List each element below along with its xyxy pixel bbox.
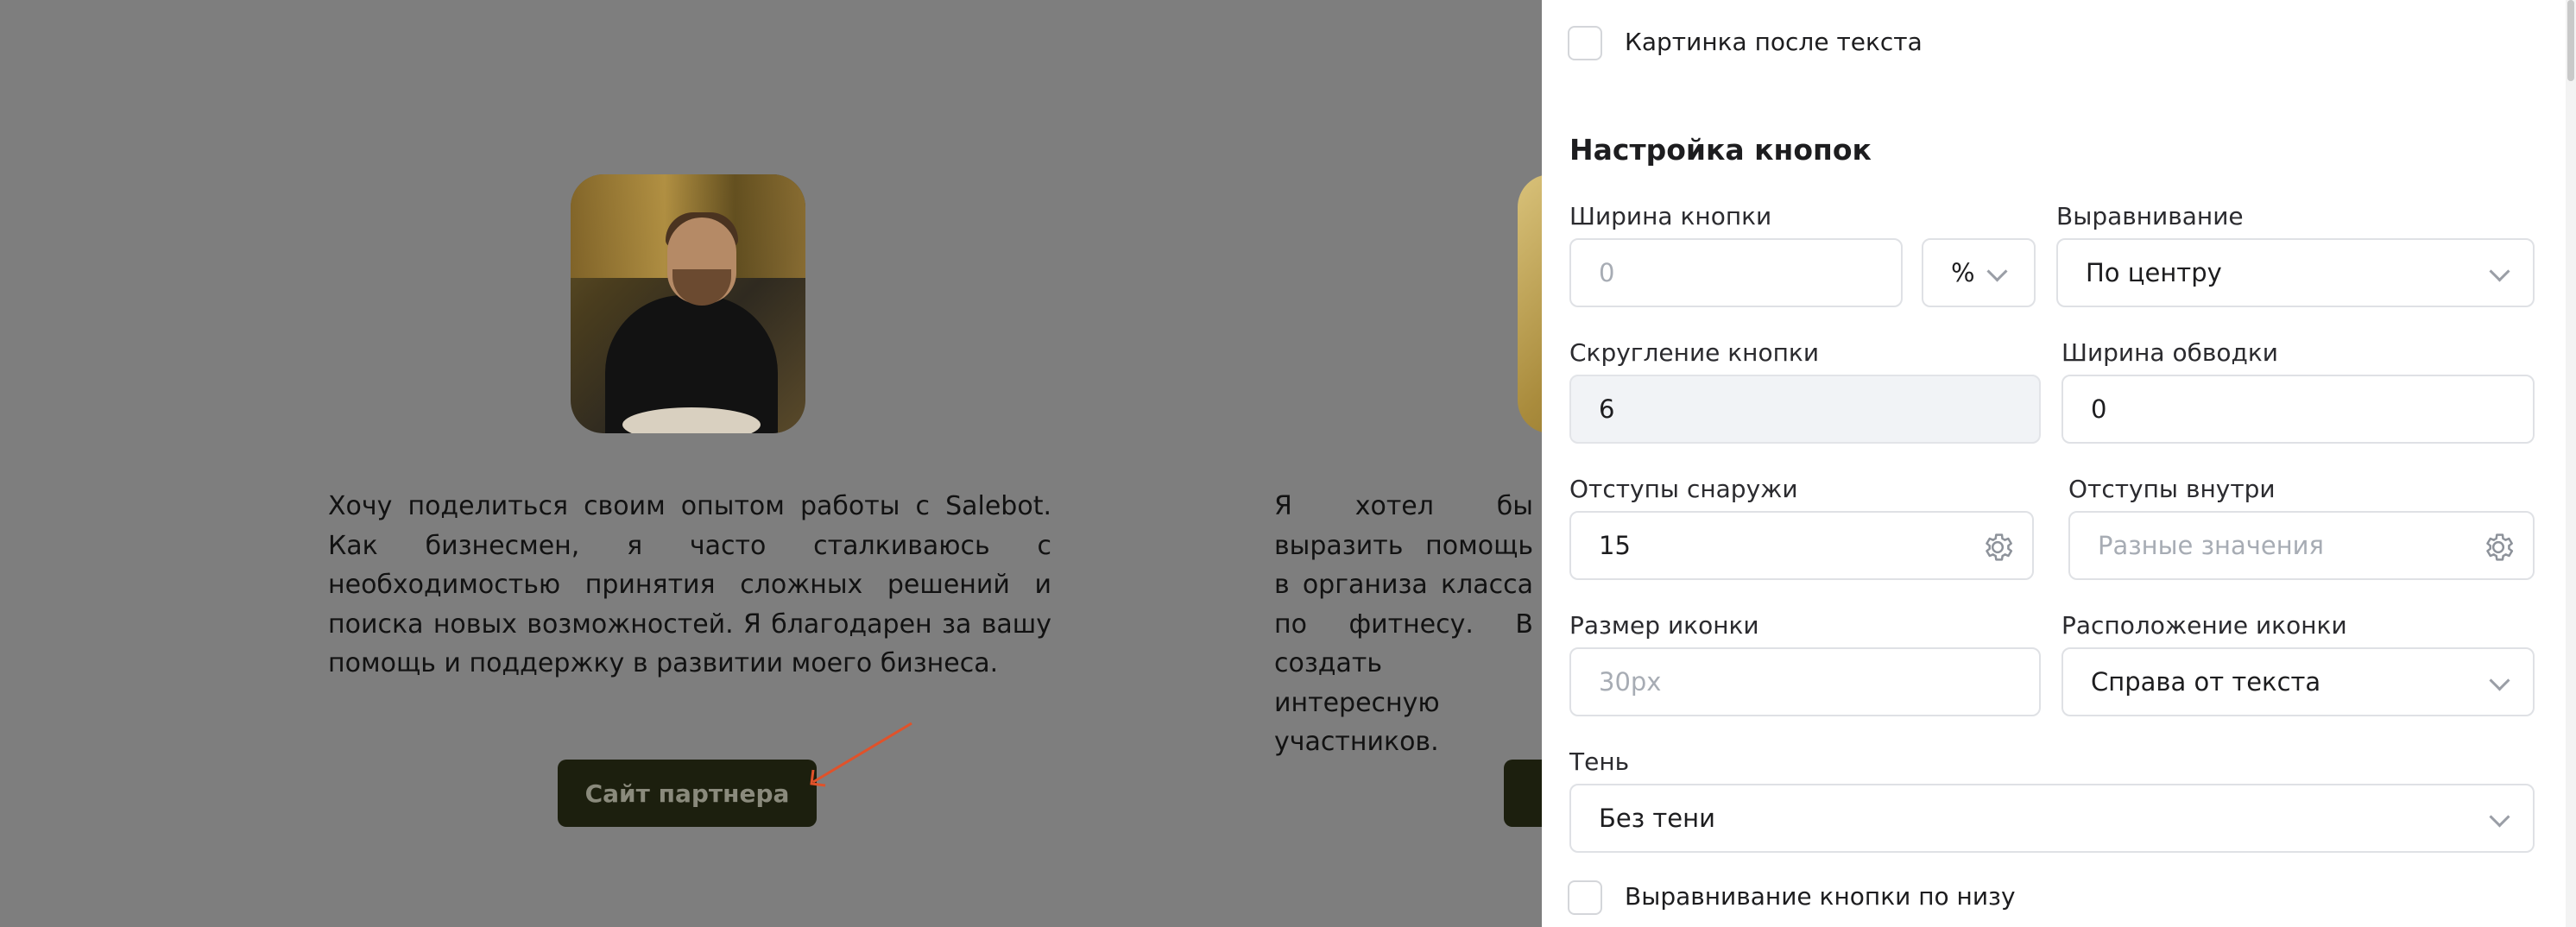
inner-padding-input[interactable]: Разные значения bbox=[2068, 511, 2535, 580]
partner-site-button[interactable]: Сайт партнера bbox=[558, 760, 817, 827]
button-width-placeholder: 0 bbox=[1599, 258, 1615, 287]
inner-padding-label: Отступы внутри bbox=[2068, 475, 2276, 503]
shadow-value: Без тени bbox=[1599, 804, 1715, 833]
button-width-input[interactable]: 0 bbox=[1569, 238, 1903, 307]
icon-size-placeholder: 30px bbox=[1599, 667, 1662, 697]
chevron-down-icon bbox=[2489, 806, 2510, 828]
chevron-down-icon bbox=[2489, 261, 2510, 282]
outer-padding-value: 15 bbox=[1599, 531, 1631, 560]
section-title: Настройка кнопок bbox=[1569, 133, 1872, 167]
testimonial-text: Я хотел бы выразить помощь в организа кл… bbox=[1274, 491, 1533, 757]
testimonial-photo bbox=[571, 174, 805, 433]
scrollbar-track[interactable] bbox=[2566, 0, 2576, 927]
alignment-select[interactable]: По центру bbox=[2056, 238, 2535, 307]
border-width-input[interactable]: 0 bbox=[2061, 375, 2535, 444]
outer-padding-label: Отступы снаружи bbox=[1569, 475, 1798, 503]
align-bottom-checkbox[interactable] bbox=[1568, 880, 1602, 915]
scrollbar-thumb[interactable] bbox=[2567, 0, 2574, 81]
icon-position-label: Расположение иконки bbox=[2061, 611, 2347, 640]
inner-padding-placeholder: Разные значения bbox=[2098, 531, 2324, 560]
button-radius-input[interactable]: 6 bbox=[1569, 375, 2041, 444]
button-settings-panel: Картинка после текста Настройка кнопок Ш… bbox=[1542, 0, 2576, 927]
outer-padding-input[interactable]: 15 bbox=[1569, 511, 2034, 580]
button-width-unit-select[interactable]: % bbox=[1922, 238, 2036, 307]
alignment-value: По центру bbox=[2086, 258, 2222, 287]
icon-position-select[interactable]: Справа от текста bbox=[2061, 647, 2535, 716]
preview-area: Хочу поделиться своим опытом работы с Sa… bbox=[0, 0, 1542, 927]
chevron-down-icon bbox=[1986, 261, 2008, 282]
chevron-down-icon bbox=[2489, 670, 2510, 691]
button-radius-label: Скругление кнопки bbox=[1569, 338, 1820, 367]
gear-icon[interactable] bbox=[2481, 530, 2516, 564]
border-width-value: 0 bbox=[2091, 394, 2107, 424]
icon-position-value: Справа от текста bbox=[2091, 667, 2321, 697]
image-after-text-checkbox[interactable] bbox=[1568, 26, 1602, 60]
alignment-label: Выравнивание bbox=[2056, 202, 2244, 230]
icon-size-input[interactable]: 30px bbox=[1569, 647, 2041, 716]
icon-size-label: Размер иконки bbox=[1569, 611, 1759, 640]
gear-icon[interactable] bbox=[1980, 530, 2015, 564]
button-radius-value: 6 bbox=[1599, 394, 1615, 424]
shadow-select[interactable]: Без тени bbox=[1569, 784, 2535, 853]
button-width-label: Ширина кнопки bbox=[1569, 202, 1772, 230]
testimonial-photo bbox=[1518, 174, 1542, 433]
border-width-label: Ширина обводки bbox=[2061, 338, 2278, 367]
image-after-text-label: Картинка после текста bbox=[1625, 28, 1923, 56]
unit-value: % bbox=[1951, 258, 1975, 287]
testimonial-text: Хочу поделиться своим опытом работы с Sa… bbox=[328, 491, 1051, 678]
shadow-label: Тень bbox=[1569, 747, 1630, 776]
arrow-annotation-icon bbox=[810, 722, 912, 787]
partner-site-button[interactable] bbox=[1504, 760, 1542, 827]
align-bottom-label: Выравнивание кнопки по низу bbox=[1625, 882, 2016, 911]
